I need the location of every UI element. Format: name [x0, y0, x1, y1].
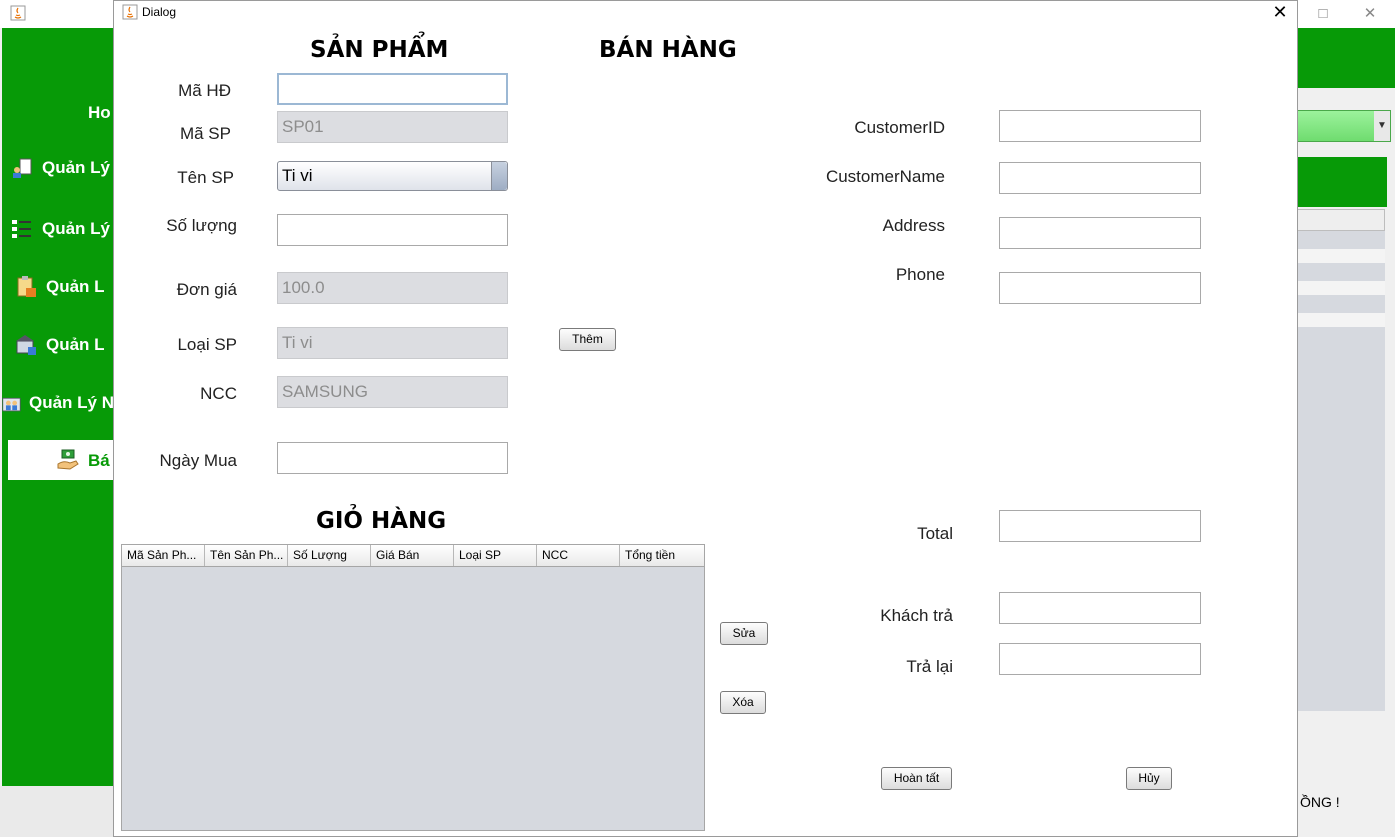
purchase-date-field[interactable] [277, 442, 508, 474]
dialog-close-button[interactable]: ✕ [1269, 1, 1291, 23]
paid-field[interactable] [999, 592, 1201, 624]
change-field[interactable] [999, 643, 1201, 675]
customer-name-field[interactable] [999, 162, 1201, 194]
background-table-header [1297, 209, 1385, 231]
total-field[interactable] [999, 510, 1201, 542]
maximize-button[interactable]: □ [1308, 3, 1338, 25]
column-header[interactable]: Số Lượng [288, 545, 371, 566]
cart-table[interactable]: Mã Sản Ph... Tên Sản Ph... Số Lượng Giá … [121, 544, 705, 831]
category-label: Loại SP [177, 335, 237, 354]
table-row[interactable] [1297, 281, 1385, 295]
invoice-id-field[interactable] [277, 73, 508, 105]
column-header[interactable]: Tổng tiền [620, 545, 703, 566]
edit-button[interactable]: Sửa [720, 622, 768, 645]
phone-field[interactable] [999, 272, 1201, 304]
java-icon [122, 4, 138, 20]
delete-button[interactable]: Xóa [720, 691, 766, 714]
clipboard-icon [17, 276, 36, 297]
address-label: Address [882, 216, 945, 235]
quantity-field[interactable] [277, 214, 508, 246]
background-table[interactable] [1297, 231, 1385, 711]
product-name-selected: Ti vi [282, 166, 313, 185]
unit-price-label: Đơn giá [176, 280, 237, 299]
chevron-down-icon[interactable] [491, 162, 507, 190]
column-header[interactable]: Mã Sản Ph... [122, 545, 205, 566]
cart-table-header: Mã Sản Ph... Tên Sản Ph... Số Lượng Giá … [122, 545, 704, 567]
unit-price-field [277, 272, 508, 304]
chevron-down-icon: ▼ [1374, 111, 1390, 141]
cancel-button[interactable]: Hủy [1126, 767, 1172, 790]
complete-button[interactable]: Hoàn tất [881, 767, 952, 790]
sidebar-item-3[interactable]: Quản L [14, 275, 118, 299]
table-row[interactable] [1297, 249, 1385, 263]
table-row[interactable] [1297, 313, 1385, 327]
column-header[interactable]: NCC [537, 545, 620, 566]
store-icon [16, 335, 36, 355]
status-text: ỒNG ! [1300, 794, 1340, 810]
add-button[interactable]: Thêm [559, 328, 616, 351]
phone-label: Phone [895, 265, 945, 284]
category-field [277, 327, 508, 359]
column-header[interactable]: Giá Bán [371, 545, 454, 566]
customer-name-label: CustomerName [825, 167, 945, 186]
supplier-label: NCC [200, 384, 237, 403]
sidebar-item-4[interactable]: Quản L [14, 333, 118, 357]
people-icon [2, 397, 21, 412]
java-icon [10, 5, 26, 21]
sidebar-item-label-active: Bá [88, 451, 110, 470]
invoice-id-label: Mã HĐ [178, 81, 231, 100]
dialog-window: Dialog ✕ SẢN PHẨM BÁN HÀNG GIỎ HÀNG Mã H… [113, 0, 1298, 837]
product-name-label: Tên SP [177, 168, 234, 187]
total-label: Total [917, 524, 953, 543]
address-field[interactable] [999, 217, 1201, 249]
sidebar-item-label: Quản Lý N [28, 393, 114, 412]
window-close-button[interactable]: ✕ [1355, 3, 1385, 25]
cart-heading: GIỎ HÀNG [316, 508, 447, 534]
sidebar-item-label: Quản L [46, 335, 105, 354]
product-name-combobox[interactable]: Ti vi [277, 161, 508, 191]
list-icon [12, 220, 31, 238]
column-header[interactable]: Tên Sản Ph... [205, 545, 288, 566]
customer-id-field[interactable] [999, 110, 1201, 142]
product-id-field [277, 111, 508, 143]
product-id-label: Mã SP [179, 124, 231, 143]
customer-id-label: CustomerID [854, 118, 945, 137]
filter-combobox[interactable]: ▼ [1297, 110, 1391, 142]
section-banner [1297, 157, 1387, 207]
sidebar-item-label: Ho [88, 103, 111, 122]
sales-heading: BÁN HÀNG [599, 37, 737, 63]
quantity-label: Số lượng [166, 216, 237, 235]
sidebar-item-label: Quản Lý [42, 158, 111, 177]
column-header[interactable]: Loại SP [454, 545, 537, 566]
sidebar-item-label: Quản L [46, 277, 105, 296]
supplier-field [277, 376, 508, 408]
clipboard-user-icon [13, 158, 32, 178]
product-heading: SẢN PHẨM [310, 37, 449, 63]
status-bar [0, 786, 114, 837]
dialog-title: Dialog [142, 5, 177, 19]
purchase-date-label: Ngày Mua [159, 451, 237, 470]
sidebar-item-2[interactable]: Quản Lý [10, 217, 114, 241]
change-label: Trả lại [906, 657, 953, 676]
header-banner [1297, 28, 1395, 88]
sidebar-item-5[interactable]: Quản Lý N [2, 391, 114, 415]
sidebar-item-label: Quản Lý [42, 219, 111, 238]
sidebar-item-1[interactable]: Quản Lý [10, 156, 114, 180]
money-hand-icon [57, 449, 79, 470]
